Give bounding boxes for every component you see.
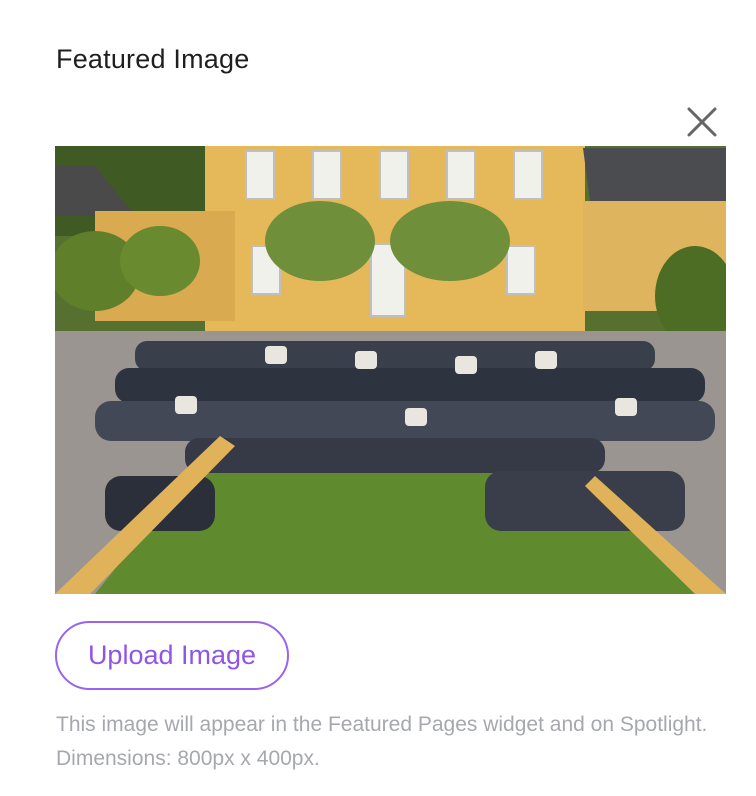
help-text: This image will appear in the Featured P…	[56, 713, 708, 770]
close-button[interactable]	[684, 104, 720, 140]
close-icon	[687, 107, 717, 137]
upload-image-button[interactable]: Upload Image	[55, 621, 289, 690]
section-title: Featured Image	[56, 44, 250, 74]
featured-image	[55, 146, 726, 594]
featured-image-preview	[55, 146, 726, 594]
